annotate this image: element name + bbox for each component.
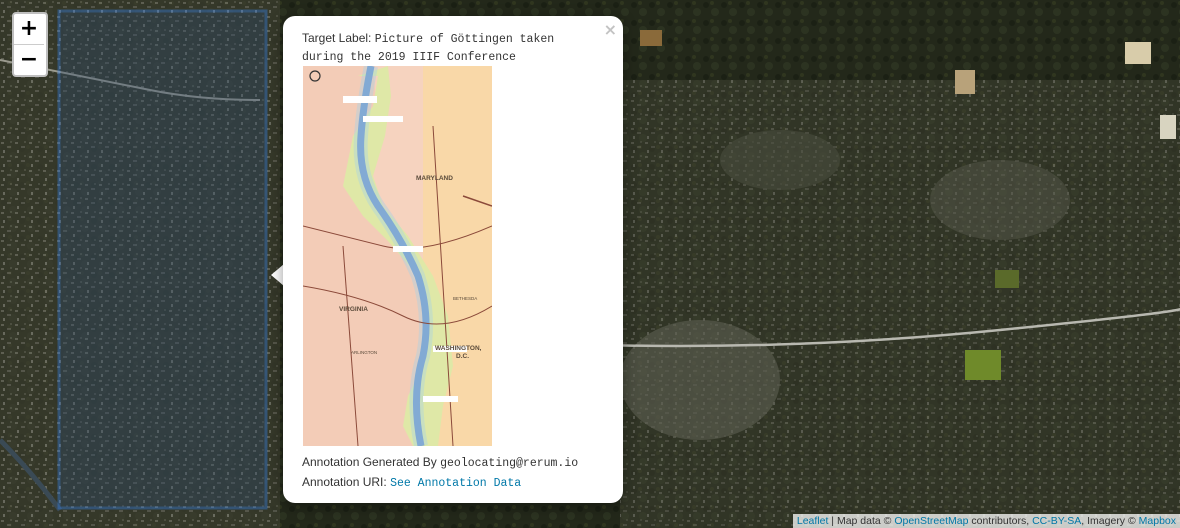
leaflet-link[interactable]: Leaflet	[797, 515, 829, 527]
license-link[interactable]: CC-BY-SA	[1032, 515, 1081, 527]
map-label-maryland: MARYLAND	[416, 175, 453, 182]
generated-by-key: Annotation Generated By	[302, 455, 437, 469]
attribution-sep: | Map data ©	[828, 515, 895, 527]
mapbox-link[interactable]: Mapbox	[1139, 515, 1176, 527]
annotation-uri-key: Annotation URI:	[302, 475, 387, 489]
map-label-washington: WASHINGTON,	[435, 345, 482, 352]
map-label-arlington: ARLINGTON	[351, 350, 377, 355]
attribution-contributors: contributors,	[968, 515, 1033, 527]
close-icon[interactable]: ×	[604, 20, 617, 39]
map-container[interactable]: + − × Target Label: Picture of Göttingen…	[0, 0, 1180, 528]
map-label-virginia: VIRGINIA	[339, 306, 368, 313]
map-label-dc: D.C.	[456, 353, 469, 360]
annotation-popup: × Target Label: Picture of Göttingen tak…	[283, 16, 623, 503]
generated-by-row: Annotation Generated By geolocating@reru…	[302, 454, 578, 472]
zoom-in-button[interactable]: +	[14, 14, 44, 45]
annotation-uri-row: Annotation URI: See Annotation Data	[302, 474, 521, 492]
selection-rectangle[interactable]	[57, 9, 268, 510]
map-attribution: Leaflet | Map data © OpenStreetMap contr…	[792, 514, 1180, 528]
map-label-bethesda: BETHESDA	[453, 296, 477, 301]
park-map-illustration: MARYLAND VIRGINIA WASHINGTON, D.C. BETHE…	[303, 66, 492, 446]
zoom-out-button[interactable]: −	[14, 45, 44, 75]
zoom-control: + −	[12, 12, 48, 77]
annotation-data-link[interactable]: See Annotation Data	[390, 477, 521, 490]
attribution-imagery: , Imagery ©	[1081, 515, 1139, 527]
osm-link[interactable]: OpenStreetMap	[894, 515, 968, 527]
annotation-image: MARYLAND VIRGINIA WASHINGTON, D.C. BETHE…	[303, 66, 492, 446]
target-label-key: Target Label:	[302, 31, 372, 45]
generated-by-value: geolocating@rerum.io	[440, 457, 579, 470]
target-label-row: Target Label: Picture of Göttingen taken…	[302, 30, 602, 66]
